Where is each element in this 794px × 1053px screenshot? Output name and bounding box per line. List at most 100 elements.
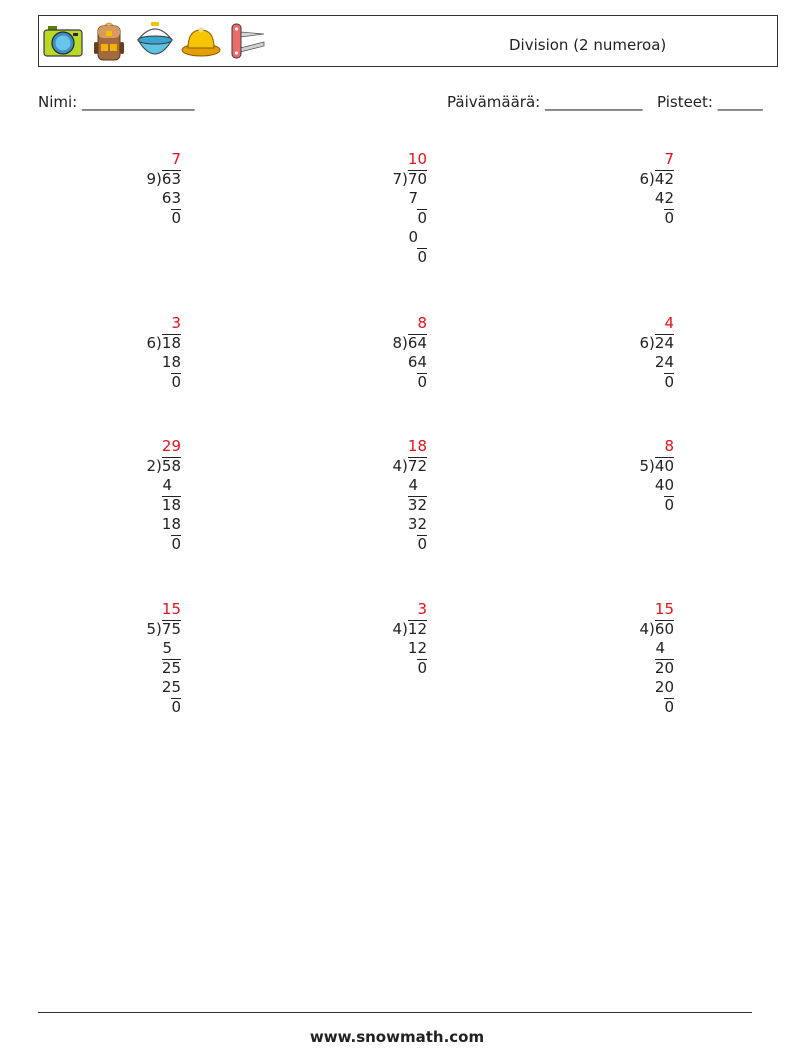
remainder: 0: [664, 495, 674, 514]
subtrahend: 0: [408, 228, 418, 246]
dividend: 40: [654, 456, 674, 475]
division-row: 6)42: [639, 169, 674, 189]
worksheet-header: Division (2 numeroa): [38, 15, 778, 67]
subtrahend: 18: [161, 515, 181, 533]
remainder: 0: [417, 534, 427, 553]
subtrahend: 42: [654, 189, 674, 207]
division-row: 4)12: [392, 619, 427, 639]
dividend: 60: [654, 619, 674, 638]
date-field: Päivämäärä: _____________: [447, 93, 643, 111]
division-row: 6)24: [639, 333, 674, 353]
quotient: 18: [407, 437, 427, 455]
dividend: 70: [407, 169, 427, 188]
remainder: 0: [417, 372, 427, 391]
quotient: 7: [171, 150, 181, 168]
dividend: 18: [161, 333, 181, 352]
bucket-icon: [137, 22, 173, 55]
remainder: 0: [664, 208, 674, 227]
subtrahend: 25: [161, 678, 181, 696]
remainder: 0: [664, 697, 674, 716]
dividend: 42: [654, 169, 674, 188]
subtrahend: 4: [162, 476, 172, 494]
camera-icon: [43, 26, 83, 57]
division-row: 8)64: [392, 333, 427, 353]
footer-url: www.snowmath.com: [309, 1028, 485, 1046]
division-row: 4)60: [639, 619, 674, 639]
remainder: 0: [171, 534, 181, 553]
subtrahend: 24: [654, 353, 674, 371]
remainder: 32: [407, 495, 427, 514]
division-problem: 18 4)72 4 32 32 0: [307, 437, 427, 597]
remainder: 0: [417, 658, 427, 677]
remainder: 0: [171, 208, 181, 227]
division-problem: 7 9)63 63 0: [61, 150, 181, 310]
remainder: 0: [171, 697, 181, 716]
quotient: 8: [664, 437, 674, 455]
division-row: 5)40: [640, 456, 674, 476]
hat-icon: [181, 27, 221, 57]
name-field: Nimi: _______________: [38, 93, 195, 111]
header-icons: [42, 20, 268, 62]
division-problem: 10 7)70 7 0 0 0: [307, 150, 427, 310]
divisor: 6: [639, 333, 650, 352]
dividend: 24: [654, 333, 674, 352]
quotient: 10: [407, 150, 427, 168]
dividend: 75: [161, 619, 181, 638]
division-problem: 3 4)12 12 0: [307, 600, 427, 760]
remainder: 18: [161, 495, 181, 514]
division-problem: 7 6)42 42 0: [554, 150, 674, 310]
subtrahend: 12: [407, 639, 427, 657]
divisor: 6: [639, 169, 650, 188]
subtrahend: 4: [655, 639, 665, 657]
pocket-knife-icon: [231, 23, 265, 59]
divisor: 9: [146, 169, 157, 188]
subtrahend: 4: [408, 476, 418, 494]
remainder: 0: [664, 372, 674, 391]
quotient: 3: [417, 600, 427, 618]
divisor: 2: [146, 456, 157, 475]
division-problem: 15 5)75 5 25 25 0: [61, 600, 181, 760]
quotient: 15: [161, 600, 181, 618]
division-row: 2)58: [146, 456, 181, 476]
remainder: 20: [654, 658, 674, 677]
worksheet-title: Division (2 numeroa): [509, 36, 667, 54]
divisor: 4: [639, 619, 650, 638]
divisor: 8: [392, 333, 403, 352]
dividend: 63: [161, 169, 181, 188]
subtrahend: 32: [407, 515, 427, 533]
divisor: 4: [392, 456, 403, 475]
dividend: 58: [161, 456, 181, 475]
division-row: 5)75: [146, 619, 181, 639]
quotient: 8: [417, 314, 427, 332]
score-field: Pisteet: ______: [657, 93, 763, 111]
divisor: 4: [392, 619, 403, 638]
dividend: 72: [407, 456, 427, 475]
dividend: 64: [407, 333, 427, 352]
footer-divider: [38, 1012, 752, 1013]
divisor: 5: [146, 619, 157, 638]
dividend: 12: [407, 619, 427, 638]
division-row: 9)63: [146, 169, 181, 189]
subtrahend: 64: [407, 353, 427, 371]
remainder: 0: [417, 208, 427, 227]
quotient: 15: [654, 600, 674, 618]
remainder: 25: [161, 658, 181, 677]
division-problem: 15 4)60 4 20 20 0: [554, 600, 674, 760]
remainder: 0: [171, 372, 181, 391]
subtrahend: 40: [654, 476, 674, 494]
quotient: 3: [171, 314, 181, 332]
subtrahend: 63: [161, 189, 181, 207]
division-row: 7)70: [393, 169, 427, 189]
division-row: 6)18: [146, 333, 181, 353]
subtrahend: 18: [161, 353, 181, 371]
division-problem: 29 2)58 4 18 18 0: [61, 437, 181, 597]
division-row: 4)72: [392, 456, 427, 476]
subtrahend: 5: [162, 639, 172, 657]
quotient: 7: [664, 150, 674, 168]
subtrahend: 7: [408, 189, 418, 207]
divisor: 6: [146, 333, 157, 352]
backpack-icon: [94, 22, 124, 61]
quotient: 29: [161, 437, 181, 455]
division-problem: 8 5)40 40 0: [554, 437, 674, 597]
remainder: 0: [417, 247, 427, 266]
